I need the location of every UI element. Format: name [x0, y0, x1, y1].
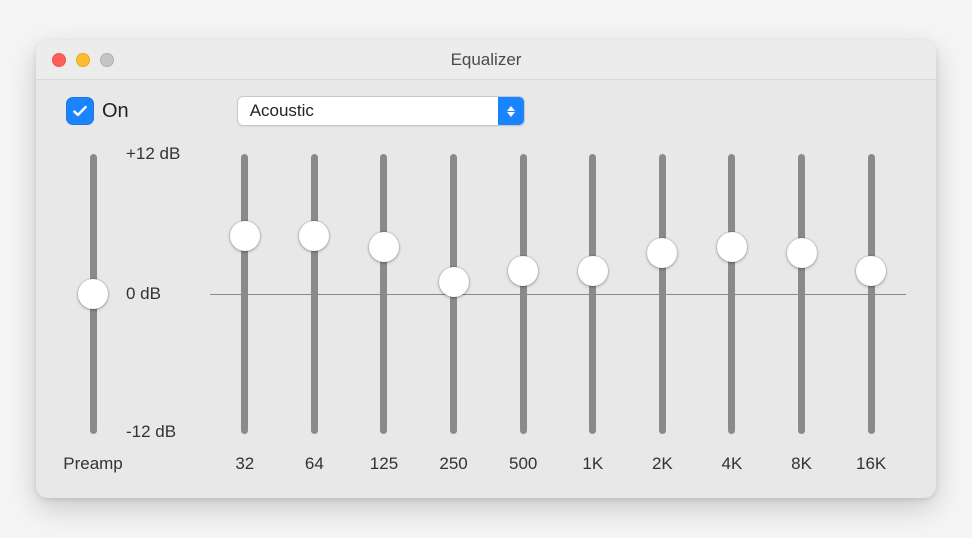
band-slider[interactable]	[230, 144, 260, 444]
window-title: Equalizer	[50, 50, 922, 70]
band-freq-label: 8K	[791, 454, 812, 474]
band-knob[interactable]	[647, 238, 677, 268]
controls-row: On Acoustic	[36, 80, 936, 134]
band-column: 64	[280, 144, 350, 474]
band-column: 16K	[836, 144, 906, 474]
band-freq-label: 4K	[722, 454, 743, 474]
preset-dropdown[interactable]: Acoustic	[237, 96, 525, 126]
band-freq-label: 125	[370, 454, 398, 474]
band-freq-label: 1K	[582, 454, 603, 474]
minimize-button[interactable]	[76, 53, 90, 67]
preamp-knob[interactable]	[78, 279, 108, 309]
check-icon	[71, 102, 89, 120]
band-slider[interactable]	[369, 144, 399, 444]
band-column: 32	[210, 144, 280, 474]
band-knob[interactable]	[717, 232, 747, 262]
band-slider[interactable]	[856, 144, 886, 444]
band-slider[interactable]	[439, 144, 469, 444]
band-slider[interactable]	[647, 144, 677, 444]
preset-stepper-arrows-icon	[498, 97, 524, 125]
preamp-column: Preamp	[66, 144, 120, 474]
band-freq-label: 2K	[652, 454, 673, 474]
caret-up-icon	[507, 106, 515, 111]
band-slider[interactable]	[508, 144, 538, 444]
band-column: 500	[488, 144, 558, 474]
band-knob[interactable]	[787, 238, 817, 268]
band-knob[interactable]	[856, 256, 886, 286]
traffic-lights	[52, 53, 114, 67]
scale-column: +12 dB 0 dB -12 dB	[120, 144, 210, 464]
band-knob[interactable]	[508, 256, 538, 286]
band-column: 1K	[558, 144, 628, 474]
preamp-label: Preamp	[63, 454, 123, 474]
eq-on-label: On	[102, 100, 129, 123]
band-slider[interactable]	[787, 144, 817, 444]
band-freq-label: 250	[439, 454, 467, 474]
close-button[interactable]	[52, 53, 66, 67]
caret-down-icon	[507, 112, 515, 117]
band-slider[interactable]	[717, 144, 747, 444]
eq-toggle-group: On	[66, 97, 129, 125]
band-column: 8K	[767, 144, 837, 474]
band-slider[interactable]	[299, 144, 329, 444]
eq-on-checkbox[interactable]	[66, 97, 94, 125]
eq-body: Preamp +12 dB 0 dB -12 dB 32 64 125 250 500 1…	[36, 134, 936, 498]
band-column: 4K	[697, 144, 767, 474]
band-knob[interactable]	[578, 256, 608, 286]
band-knob[interactable]	[439, 267, 469, 297]
band-freq-label: 500	[509, 454, 537, 474]
band-slider[interactable]	[578, 144, 608, 444]
band-knob[interactable]	[369, 232, 399, 262]
band-knob[interactable]	[230, 221, 260, 251]
preamp-slider[interactable]	[78, 144, 108, 444]
band-freq-label: 32	[235, 454, 254, 474]
band-sliders: 32 64 125 250 500 1K 2K 4K 8K 16K	[210, 144, 906, 474]
scale-min-label: -12 dB	[120, 422, 210, 442]
band-column: 250	[419, 144, 489, 474]
titlebar[interactable]: Equalizer	[36, 40, 936, 80]
band-freq-label: 64	[305, 454, 324, 474]
band-column: 2K	[628, 144, 698, 474]
zoom-button[interactable]	[100, 53, 114, 67]
band-column: 125	[349, 144, 419, 474]
scale-mid-label: 0 dB	[120, 284, 210, 304]
equalizer-window: Equalizer On Acoustic Pr	[36, 40, 936, 498]
scale-max-label: +12 dB	[120, 144, 210, 164]
preset-selected-label: Acoustic	[238, 97, 498, 125]
band-freq-label: 16K	[856, 454, 886, 474]
band-knob[interactable]	[299, 221, 329, 251]
